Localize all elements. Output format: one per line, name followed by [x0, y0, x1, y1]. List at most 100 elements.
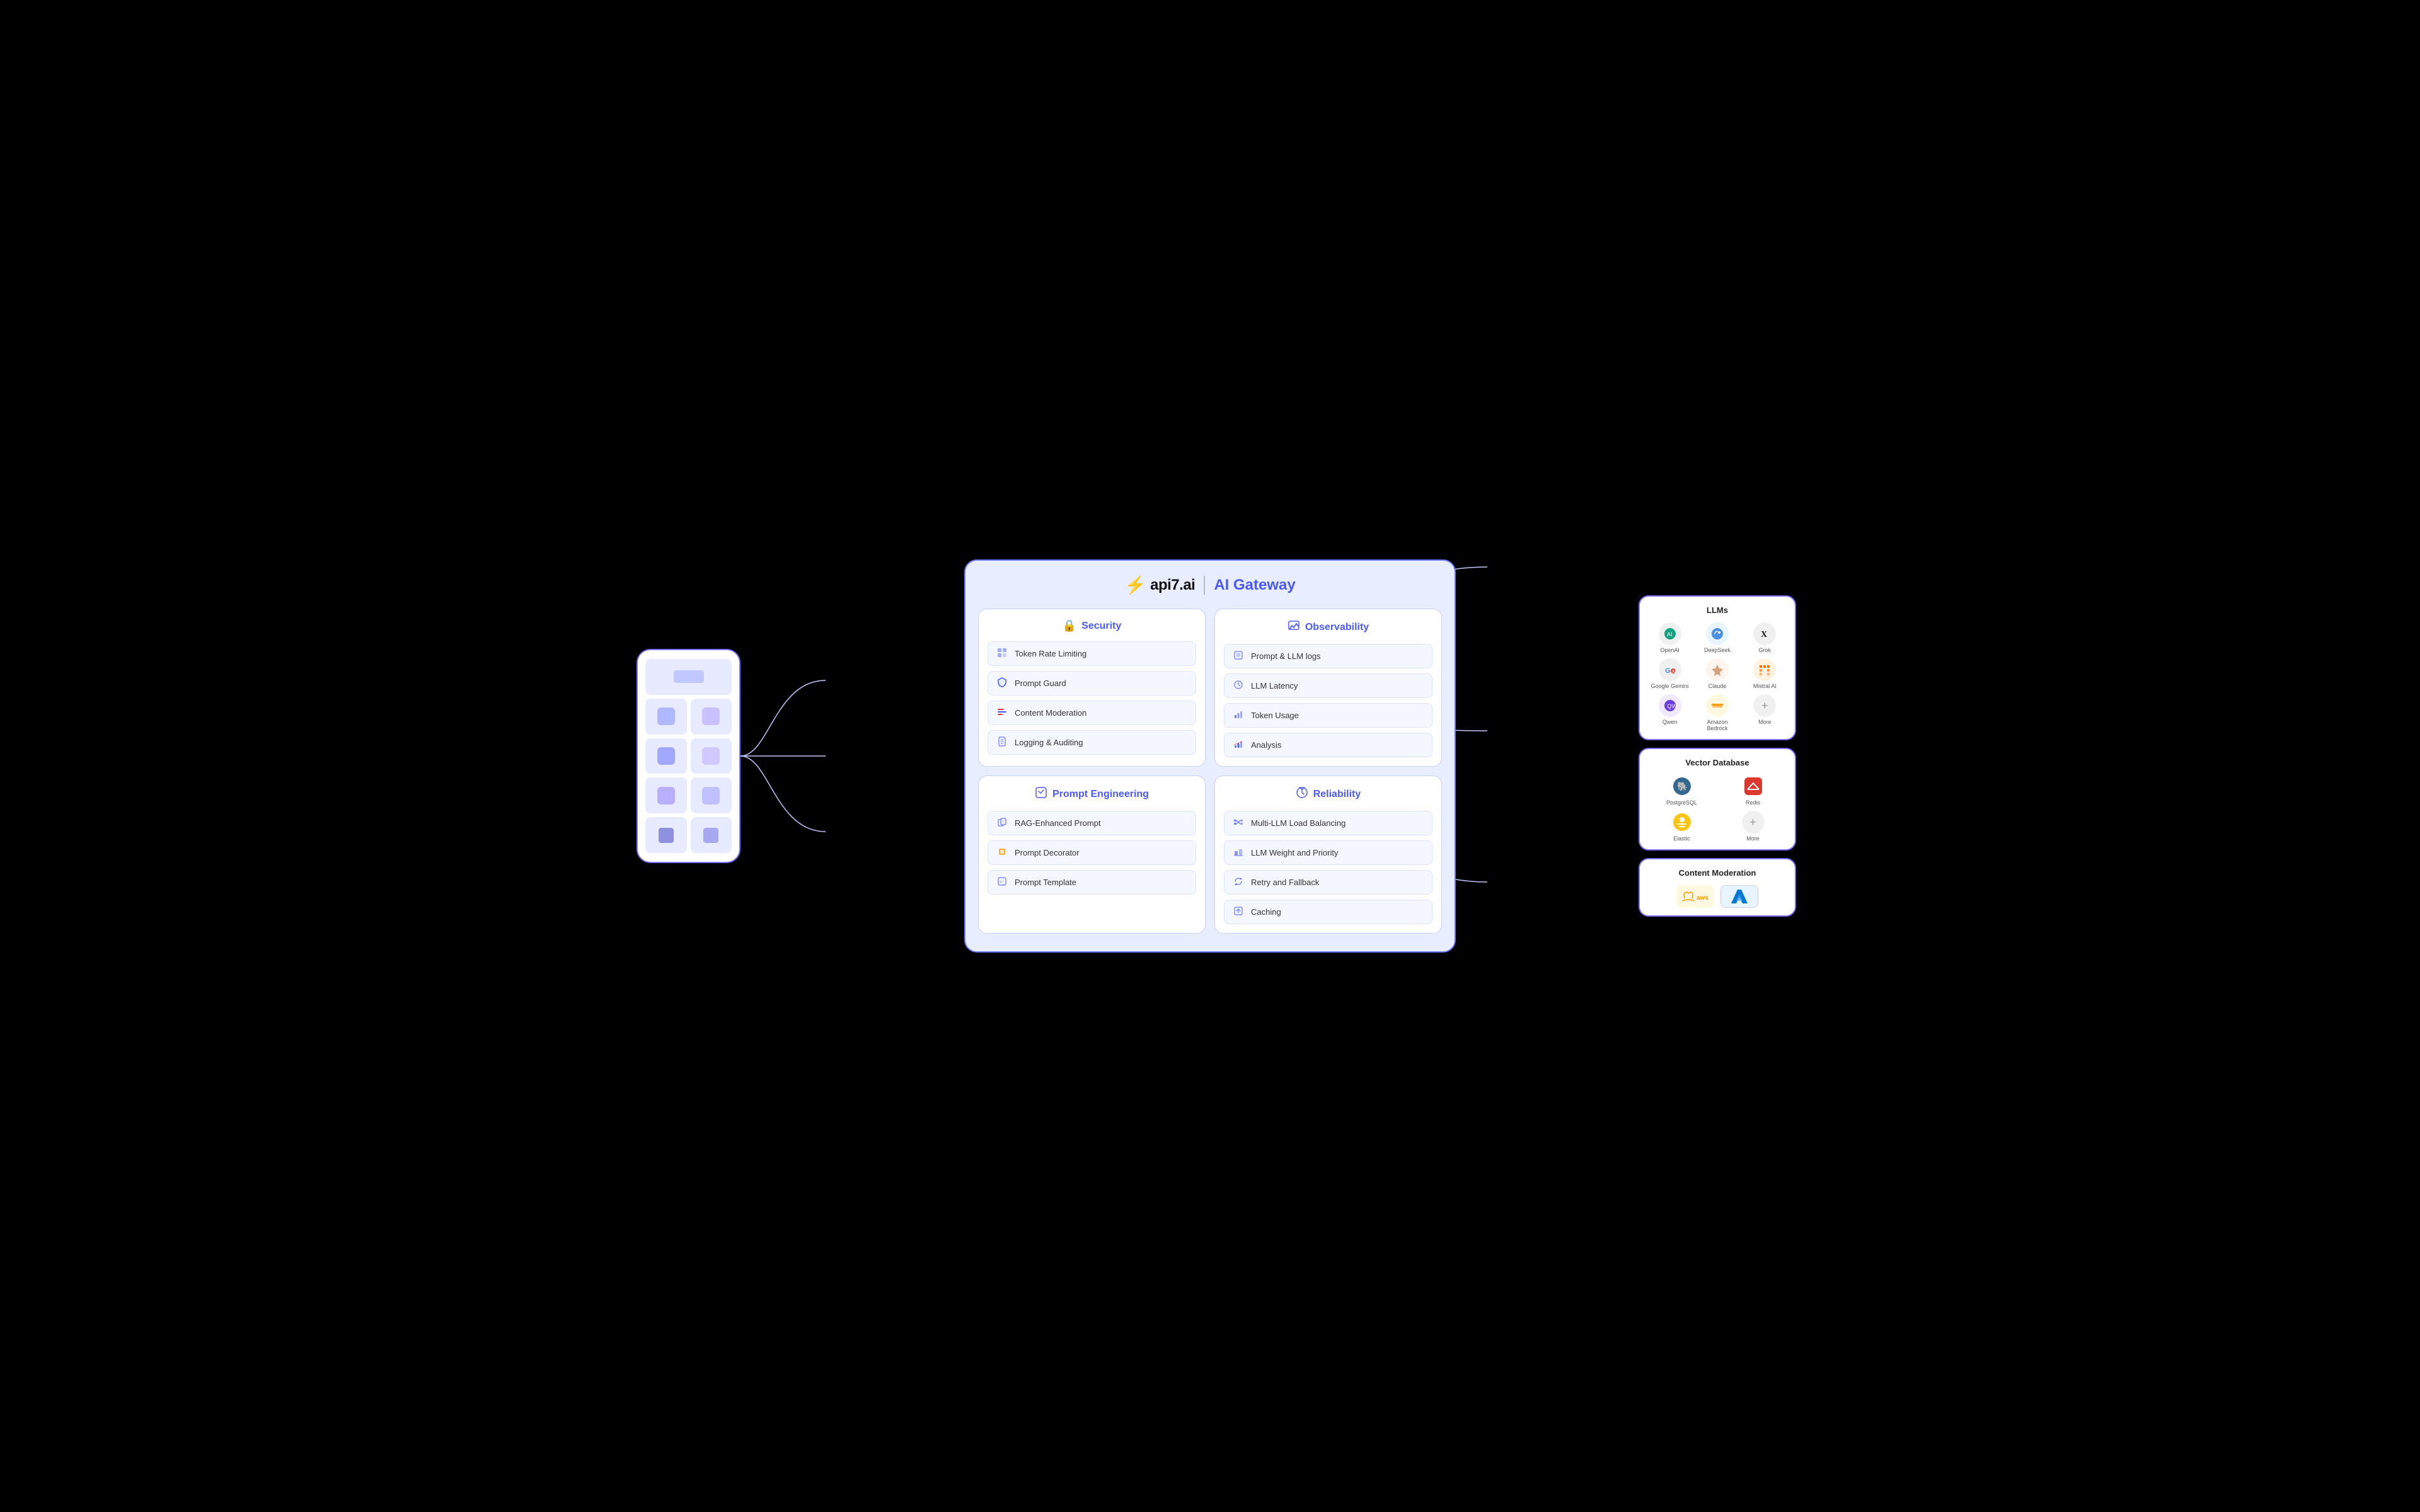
- more-llm-label: More: [1758, 719, 1772, 725]
- svg-text:X: X: [1761, 630, 1767, 639]
- observability-title: Observability: [1305, 622, 1369, 633]
- openai-icon: AI: [1659, 622, 1681, 645]
- claude-icon: [1706, 658, 1729, 681]
- analysis-icon: [1232, 739, 1245, 751]
- llm-grok: X Grok: [1744, 622, 1786, 653]
- llms-title: LLMs: [1649, 605, 1786, 615]
- llm-bedrock: Amazon Bedrock: [1696, 694, 1738, 731]
- multi-llm-lb[interactable]: Multi-LLM Load Balancing: [1224, 811, 1432, 835]
- content-mod-label: Content Moderation: [1015, 708, 1086, 718]
- svg-text:>_: >_: [1000, 879, 1005, 885]
- gateway-container: ⚡ api7.ai AI Gateway 🔒 Security: [964, 559, 1456, 953]
- vdb-elastic: Elastic: [1649, 811, 1715, 842]
- prompt-guard-icon: [996, 677, 1008, 689]
- latency-label: LLM Latency: [1251, 681, 1298, 690]
- caching[interactable]: Caching: [1224, 900, 1432, 924]
- llm-qwen: QW Qwen: [1649, 694, 1691, 731]
- prompt-eng-title: Prompt Engineering: [1052, 789, 1149, 800]
- postgresql-label: PostgreSQL: [1666, 799, 1697, 806]
- phone-app-5: [645, 777, 687, 813]
- prompt-engineering-section: Prompt Engineering RAG-Enhanced Prompt: [978, 776, 1206, 934]
- llm-mistral: Mistral AI: [1744, 658, 1786, 689]
- cm-azure: [1720, 885, 1758, 908]
- logging-icon: [996, 736, 1008, 748]
- logo-text: api7.ai: [1150, 576, 1195, 594]
- cm-aws: aws: [1676, 885, 1714, 908]
- token-usage-icon: [1232, 709, 1245, 721]
- phone-app-2: [691, 699, 732, 735]
- prompt-llm-logs[interactable]: Prompt & LLM logs: [1224, 644, 1432, 668]
- logging-auditing[interactable]: Logging & Auditing: [988, 730, 1196, 755]
- phone-app-3: [645, 738, 687, 774]
- caching-icon: [1232, 906, 1245, 918]
- prompt-decorator[interactable]: Prompt Decorator: [988, 840, 1196, 865]
- llm-weight-priority[interactable]: LLM Weight and Priority: [1224, 840, 1432, 865]
- phone-app-1: [645, 699, 687, 735]
- analysis-label: Analysis: [1251, 740, 1281, 750]
- llm-gemini: G AI Google Gemini: [1649, 658, 1691, 689]
- observability-icon: [1288, 619, 1300, 635]
- header-divider: [1204, 576, 1205, 595]
- deepseek-icon: [1706, 622, 1729, 645]
- rag-icon: [996, 817, 1008, 829]
- gateway-title: AI Gateway: [1214, 576, 1295, 594]
- grok-icon: X: [1753, 622, 1776, 645]
- phone-app-7: [645, 817, 687, 853]
- deepseek-label: DeepSeek: [1704, 647, 1731, 653]
- mistral-icon: [1753, 658, 1776, 681]
- redis-label: Redis: [1746, 799, 1760, 806]
- left-phone: [637, 649, 740, 863]
- template-label: Prompt Template: [1015, 878, 1076, 887]
- phone-app-4: [691, 738, 732, 774]
- redis-icon: [1742, 775, 1765, 798]
- phone-app-8: [691, 817, 732, 853]
- qwen-label: Qwen: [1662, 719, 1678, 725]
- token-rate-icon: [996, 648, 1008, 660]
- reliability-header: Reliability: [1224, 786, 1432, 802]
- prompt-guard[interactable]: Prompt Guard: [988, 671, 1196, 696]
- vector-db-title: Vector Database: [1649, 758, 1786, 767]
- logs-icon: [1232, 650, 1245, 662]
- llm-claude: Claude: [1696, 658, 1738, 689]
- content-moderation[interactable]: Content Moderation: [988, 701, 1196, 725]
- aws-icon: aws: [1676, 885, 1714, 908]
- content-mod-panel-title: Content Moderation: [1649, 868, 1786, 878]
- prompt-template[interactable]: >_ Prompt Template: [988, 870, 1196, 895]
- vector-db-panel: Vector Database 🐘 PostgreSQL: [1639, 748, 1796, 850]
- content-mod-panel: Content Moderation aws: [1639, 858, 1796, 917]
- vdb-more: + More: [1720, 811, 1786, 842]
- token-usage[interactable]: Token Usage: [1224, 703, 1432, 728]
- rag-enhanced[interactable]: RAG-Enhanced Prompt: [988, 811, 1196, 835]
- observability-header: Observability: [1224, 619, 1432, 635]
- gemini-icon: G AI: [1659, 658, 1681, 681]
- svg-text:AI: AI: [1667, 631, 1673, 638]
- more-llm-icon: +: [1753, 694, 1776, 717]
- logging-label: Logging & Auditing: [1015, 738, 1083, 747]
- llm-latency[interactable]: LLM Latency: [1224, 673, 1432, 698]
- token-usage-label: Token Usage: [1251, 711, 1299, 720]
- claude-label: Claude: [1708, 683, 1727, 689]
- bedrock-icon: [1706, 694, 1729, 717]
- phone-app-6: [691, 777, 732, 813]
- qwen-icon: QW: [1659, 694, 1681, 717]
- lb-icon: [1232, 817, 1245, 829]
- openai-label: OpenAI: [1660, 647, 1680, 653]
- retry-fallback[interactable]: Retry and Fallback: [1224, 870, 1432, 895]
- llm-grid: AI OpenAI DeepSeek: [1649, 622, 1786, 731]
- security-header: 🔒 Security: [988, 619, 1196, 633]
- retry-icon: [1232, 876, 1245, 888]
- grok-label: Grok: [1759, 647, 1772, 653]
- weight-label: LLM Weight and Priority: [1251, 848, 1339, 857]
- elastic-icon: [1671, 811, 1693, 833]
- llm-more: + More: [1744, 694, 1786, 731]
- svg-text:🐘: 🐘: [1677, 781, 1688, 791]
- observability-section: Observability Prompt & LLM logs: [1214, 609, 1442, 767]
- weight-icon: [1232, 847, 1245, 859]
- analysis[interactable]: Analysis: [1224, 733, 1432, 757]
- logo-bolt: ⚡: [1124, 576, 1146, 594]
- lb-label: Multi-LLM Load Balancing: [1251, 818, 1345, 828]
- prompt-eng-header: Prompt Engineering: [988, 786, 1196, 802]
- vdb-postgresql: 🐘 PostgreSQL: [1649, 775, 1715, 806]
- token-rate-limiting[interactable]: Token Rate Limiting: [988, 641, 1196, 666]
- svg-text:QW: QW: [1667, 703, 1677, 709]
